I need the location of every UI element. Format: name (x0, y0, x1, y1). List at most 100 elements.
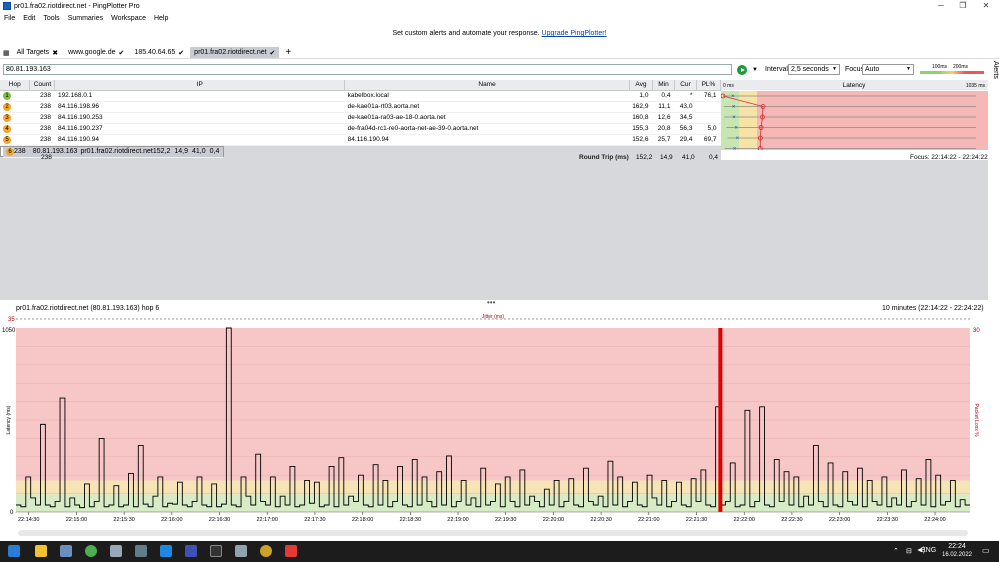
xtick-label: 22:19:00 (447, 517, 468, 523)
app-icon[interactable] (185, 545, 197, 557)
col-count[interactable]: Count (29, 80, 56, 91)
language-indicator[interactable]: ENG (921, 547, 936, 554)
app-icon[interactable] (235, 545, 247, 557)
title-bar: pr01.fra02.riotdirect.net - PingPlotter … (0, 0, 999, 12)
latency-scale[interactable]: 100ms 200ms (920, 64, 984, 74)
minimize-button[interactable]: ─ (930, 0, 952, 12)
hop-min: 11,1 (652, 101, 675, 113)
pingplotter-icon[interactable] (285, 545, 297, 557)
hop-number-cell: 2 (0, 101, 30, 113)
hop-min: 20,8 (652, 123, 675, 135)
add-tab-button[interactable]: + (285, 47, 291, 58)
ytick-label: 0 (10, 510, 14, 516)
tab-label: All Targets (16, 49, 50, 56)
detail-header: pr01.fra02.riotdirect.net (80.81.193.163… (0, 300, 988, 312)
min-latency-marker: × (733, 147, 737, 151)
interval-select[interactable]: 2,5 seconds ▼ (788, 64, 840, 75)
rt-avg: 152,2 (636, 154, 653, 161)
maximize-button[interactable]: ❐ (952, 0, 974, 12)
detail-title: pr01.fra02.riotdirect.net (80.81.193.163… (16, 305, 160, 312)
hop-row[interactable]: 4 238 84.116.190.237 de-fra04d-rc1-re0-aort… (0, 123, 721, 135)
menu-workspace[interactable]: Workspace (111, 15, 146, 22)
tab-label: www.google.de (68, 49, 116, 56)
packet-loss-bar (718, 328, 723, 512)
tray-chevron-icon[interactable]: ⌃ (893, 547, 899, 555)
calculator-icon[interactable] (60, 545, 72, 557)
banner-text: Set custom alerts and automate your resp… (392, 30, 540, 37)
tab-label: pr01.fra02.riotdirect.net (194, 49, 267, 56)
menu-file[interactable]: File (4, 15, 15, 22)
play-icon[interactable] (737, 65, 747, 75)
chrome-icon[interactable] (85, 545, 97, 557)
y-axis-label: Latency (ms) (6, 405, 12, 434)
target-tabs: ▦ All Targets ✖ www.google.de ✔ 185.40.64.… (0, 47, 999, 59)
network-icon[interactable]: ⊟ (906, 547, 912, 555)
col-hop[interactable]: Hop (0, 80, 31, 91)
menu-bar: File Edit Tools Summaries Workspace Help (0, 13, 999, 23)
chevron-down-icon[interactable]: ▼ (751, 65, 759, 75)
trace-table: Hop Count IP Name Avg Min Cur PL% 1 238 19… (0, 80, 722, 158)
tab-label: 185.40.64.65 (134, 49, 176, 56)
col-avg[interactable]: Avg (629, 80, 653, 91)
scale-gradient (920, 71, 984, 74)
hop-row[interactable]: 3 238 84.116.190.253 de-kae01a-ra03-ae-18-0… (0, 112, 721, 124)
app-icon[interactable] (160, 545, 172, 557)
detail-range: 10 minutes (22:14:22 - 22:24:22) (882, 305, 984, 312)
menu-tools[interactable]: Tools (43, 15, 59, 22)
close-icon[interactable]: ✖ (52, 49, 58, 57)
address-input[interactable]: 80.81.193.163 (3, 64, 732, 75)
col-ip[interactable]: IP (54, 80, 346, 91)
focus-select[interactable]: Auto ▼ (862, 64, 914, 75)
menu-edit[interactable]: Edit (23, 15, 35, 22)
latency-max-label: 1035 ms (966, 83, 986, 89)
league-icon[interactable] (260, 545, 272, 557)
tab-riotdirect[interactable]: pr01.fra02.riotdirect.net ✔ (190, 47, 280, 58)
grid-icon: ▦ (3, 49, 10, 57)
hop-min: 0,4 (652, 90, 675, 102)
hop-number-cell: 1 (0, 90, 30, 102)
menu-help[interactable]: Help (154, 15, 168, 22)
tab-185[interactable]: 185.40.64.65 ✔ (130, 47, 188, 58)
jitter-max-label: 35 (8, 317, 15, 323)
interval-label: Interval (765, 66, 788, 73)
check-icon: ✔ (118, 49, 125, 57)
close-button[interactable]: ✕ (975, 0, 997, 12)
latency-bg-red (721, 91, 988, 150)
tab-all-targets[interactable]: All Targets ✖ (13, 47, 62, 58)
hop-row[interactable]: 2 238 84.116.198.96 de-kae01a-rt03.aorta.ne… (0, 101, 721, 113)
col-min[interactable]: Min (652, 80, 675, 91)
hop-count: 238 (29, 90, 55, 102)
app-icon[interactable] (110, 545, 122, 557)
hop-ip: 192.168.0.1 (54, 90, 345, 102)
col-cur[interactable]: Cur (674, 80, 697, 91)
hop-ip: 84.116.198.96 (54, 101, 345, 113)
alerts-side-tab[interactable]: Alerts (988, 60, 999, 80)
focus-value: Auto (865, 66, 880, 73)
folder-icon[interactable] (35, 545, 47, 557)
hop-status-icon: 2 (3, 102, 11, 111)
hop-row[interactable]: 5 238 84.116.190.94 84.116.190.94 152,6 25,7 2… (0, 134, 721, 146)
hop-row[interactable]: 1 238 192.168.0.1 kabelbox.local 1,0 0,4 * 76,1 (0, 90, 721, 102)
tab-google[interactable]: www.google.de ✔ (64, 47, 128, 58)
windows-taskbar: ⌃ ⊟ ◄) ENG 22:24 16.02.2022 ▭ (0, 541, 999, 562)
col-pl[interactable]: PL% (696, 80, 722, 91)
hop-name: de-kae01a-rt03.aorta.net (344, 101, 630, 113)
rt-cur: 41,0 (682, 154, 695, 161)
timeline-graph: Jitter (ms) 35 1050 0 Latency (ms) Packet Los… (0, 312, 988, 532)
hop-grid: Hop Count IP Name Avg Min Cur PL% 1 238 19… (0, 80, 988, 307)
notification-icon[interactable]: ▭ (982, 546, 990, 555)
hop-cur: 29,4 (674, 134, 697, 146)
clock-date[interactable]: 16.02.2022 (937, 552, 977, 558)
col-name[interactable]: Name (344, 80, 630, 91)
app-icon[interactable] (135, 545, 147, 557)
xtick-label: 22:21:30 (686, 517, 707, 523)
upgrade-link[interactable]: Upgrade PingPlotter! (542, 30, 607, 37)
windows-start-icon[interactable] (8, 545, 20, 557)
xtick-label: 22:20:00 (543, 517, 564, 523)
timeline-scrollbar[interactable] (18, 530, 968, 536)
menu-summaries[interactable]: Summaries (68, 15, 103, 22)
xtick-label: 22:19:30 (495, 517, 516, 523)
clock-time[interactable]: 22:24 (945, 543, 969, 550)
window-title: pr01.fra02.riotdirect.net - PingPlotter … (14, 2, 140, 10)
terminal-icon[interactable] (210, 545, 222, 557)
